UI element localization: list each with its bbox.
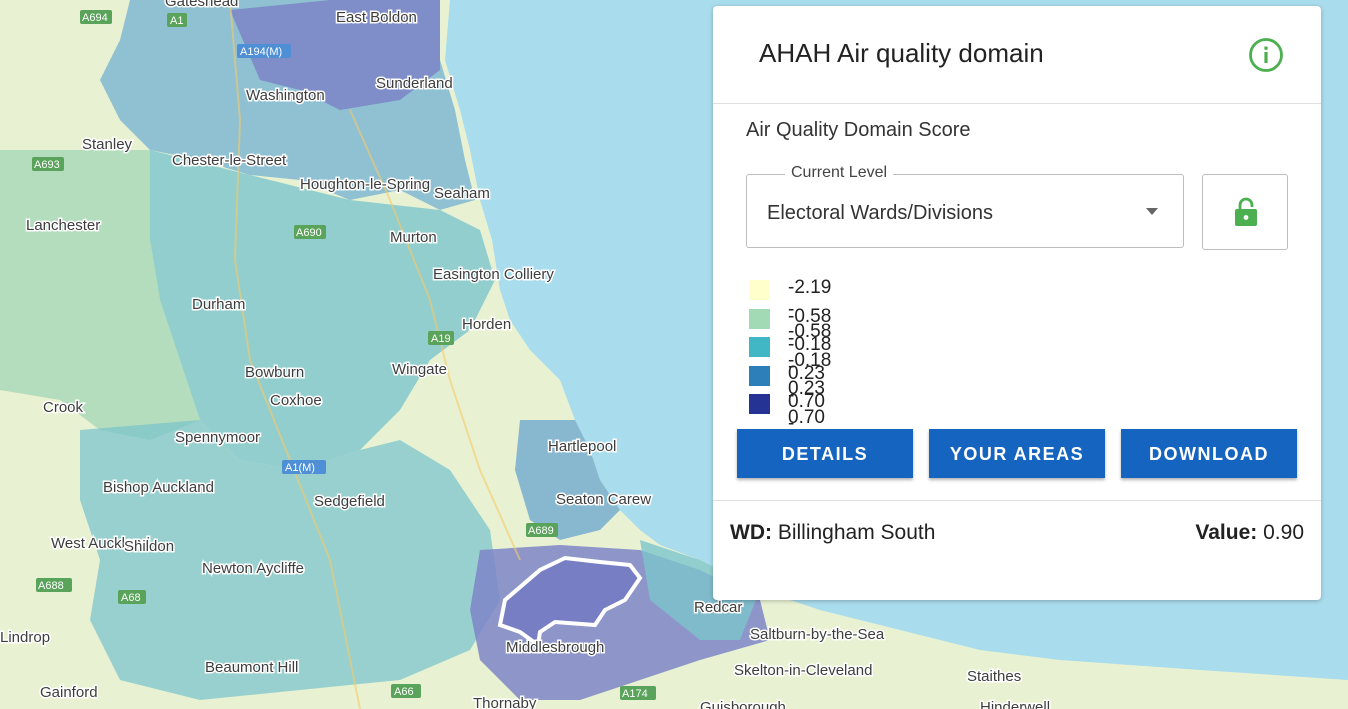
road-label: A1	[170, 15, 183, 27]
legend-swatch	[749, 365, 770, 386]
road-label: A688	[38, 580, 64, 592]
value-prefix: Value:	[1195, 521, 1258, 544]
place-label: Coxhoe	[270, 392, 322, 409]
road-label: A690	[296, 227, 322, 239]
place-label: Crook	[43, 399, 84, 416]
place-label: Shildon	[124, 538, 174, 555]
place-label: Stanley	[82, 136, 133, 153]
place-label: Spennymoor	[175, 429, 260, 446]
place-label: Hartlepool	[548, 438, 616, 455]
road-label: A194(M)	[240, 46, 282, 58]
place-label: Washington	[246, 87, 325, 104]
place-label: Sedgefield	[314, 493, 385, 510]
road-label: A68	[121, 592, 141, 604]
selected-area: WD: Billingham South	[730, 521, 935, 545]
legend-swatch	[749, 280, 770, 300]
panel-header: AHAH Air quality domain	[713, 6, 1321, 104]
place-label: Seaton Carew	[556, 491, 651, 508]
lock-button[interactable]	[1202, 174, 1288, 250]
lock-icon	[1235, 197, 1257, 226]
place-label: Wingate	[392, 361, 447, 378]
place-label: Lindrop	[0, 629, 50, 646]
road-label: A694	[82, 12, 108, 24]
divider	[713, 500, 1321, 501]
place-label: Horden	[462, 316, 511, 333]
place-label: Houghton-le-Spring	[300, 176, 430, 193]
place-label: Seaham	[434, 185, 490, 202]
current-level-select[interactable]: Current Level Electoral Wards/Divisions	[746, 164, 1184, 248]
place-label: Thornaby	[473, 695, 537, 709]
value-number: 0.90	[1263, 521, 1304, 544]
info-panel: AHAH Air quality domain Air Quality Doma…	[713, 6, 1321, 600]
your-areas-button[interactable]: YOUR AREAS	[929, 429, 1105, 478]
place-label: East Boldon	[336, 9, 417, 26]
road-label: A693	[34, 159, 60, 171]
area-prefix: WD:	[730, 521, 772, 544]
chevron-down-icon[interactable]	[1146, 208, 1158, 215]
current-level-value: Electoral Wards/Divisions	[767, 202, 993, 224]
place-label: Gainford	[40, 684, 98, 701]
place-label: Lanchester	[26, 217, 100, 234]
place-label: Chester-le-Street	[172, 152, 287, 169]
area-name: Billingham South	[777, 521, 936, 544]
place-label: Bishop Auckland	[103, 479, 214, 496]
details-button[interactable]: DETAILS	[737, 429, 913, 478]
place-label: Bowburn	[245, 364, 304, 381]
place-label: Guisborough	[700, 699, 786, 709]
place-label: Gateshead	[165, 0, 238, 10]
road-label: A689	[528, 525, 554, 537]
place-label: Saltburn-by-the-Sea	[750, 626, 885, 643]
selected-value: Value: 0.90	[1195, 521, 1304, 545]
info-icon[interactable]	[1248, 37, 1284, 73]
road-label: A1(M)	[285, 462, 315, 474]
road-label: A66	[394, 686, 414, 698]
place-label: Beaumont Hill	[205, 659, 298, 676]
place-label: Middlesbrough	[506, 639, 604, 656]
place-label: Murton	[390, 229, 437, 246]
place-label: Sunderland	[376, 75, 453, 92]
place-label: Redcar	[694, 599, 742, 616]
score-title: Air Quality Domain Score	[746, 119, 971, 141]
place-label: Staithes	[967, 668, 1021, 685]
road-label: A174	[622, 688, 648, 700]
road-label: A19	[431, 333, 451, 345]
place-label: Hinderwell	[980, 699, 1050, 709]
current-level-label: Current Level	[785, 164, 894, 182]
legend-swatch	[749, 394, 770, 414]
place-label: Skelton-in-Cleveland	[734, 662, 872, 679]
legend-swatch	[749, 337, 770, 357]
place-label: Easington Colliery	[433, 266, 554, 283]
download-button[interactable]: DOWNLOAD	[1121, 429, 1297, 478]
legend-swatch	[749, 308, 770, 329]
place-label: Newton Aycliffe	[202, 560, 304, 577]
place-label: Durham	[192, 296, 245, 313]
panel-title: AHAH Air quality domain	[759, 38, 1044, 68]
